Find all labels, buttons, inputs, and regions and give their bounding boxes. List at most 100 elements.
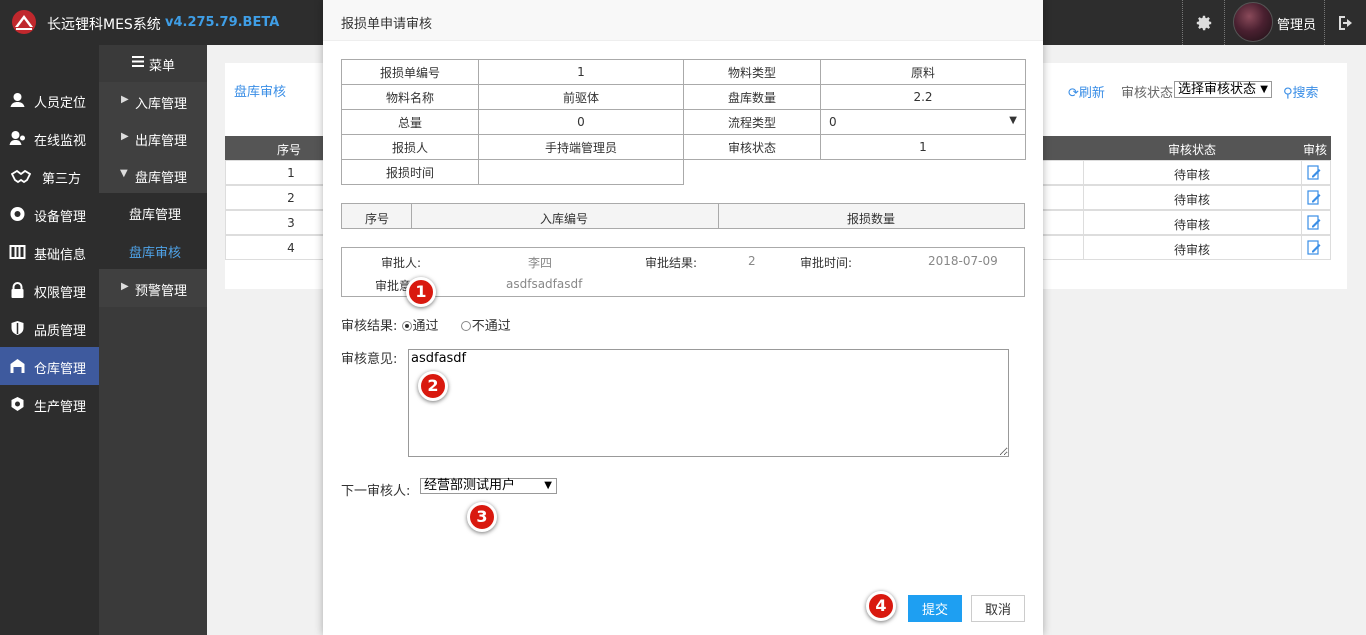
refresh-button[interactable]: ⟳刷新 [1068, 82, 1105, 101]
row-status: 待审核 [1174, 168, 1211, 182]
row-index: 4 [287, 241, 295, 255]
radio-reject[interactable]: 不通过 [460, 319, 511, 334]
nav-item-warehouse[interactable]: 仓库管理 [0, 347, 99, 385]
chevron-down-icon: ▼ [544, 480, 552, 491]
flow-type-select[interactable]: 0 ▼ [820, 109, 1026, 135]
value-total: 0 [478, 109, 684, 135]
device-icon [10, 207, 25, 221]
audit-result-label: 审核结果: [341, 319, 398, 334]
grid-icon [9, 245, 26, 259]
breadcrumb[interactable]: 盘库审核 [234, 81, 286, 100]
menu-icon [132, 56, 144, 67]
warehouse-icon [10, 359, 25, 373]
row-status: 待审核 [1174, 218, 1211, 232]
nav-item-label: 权限管理 [34, 286, 87, 301]
gear-icon [1196, 15, 1211, 30]
person-pin-icon [10, 93, 25, 107]
nav-item-person-location[interactable]: 人员定位 [0, 81, 99, 119]
submenu-item-warning[interactable]: ▶ 预警管理 [99, 269, 207, 307]
audit-opinion-input[interactable]: asdfasdf [408, 349, 1009, 457]
next-reviewer-select[interactable]: 经营部测试用户 ▼ [420, 478, 557, 494]
submenu-item-label: 入库管理 [135, 97, 188, 112]
nav-item-label: 品质管理 [34, 324, 87, 339]
label-report-time: 报损时间 [341, 159, 479, 185]
submenu-child-label: 盘库管理 [129, 208, 182, 223]
nav-item-label: 基础信息 [34, 248, 87, 263]
submenu-item-outbound[interactable]: ▶ 出库管理 [99, 119, 207, 156]
row-index: 3 [287, 216, 295, 230]
nav-item-permission[interactable]: 权限管理 [0, 271, 99, 309]
report-info-table: 报损单编号 1 物料类型 原料 物料名称 前驱体 盘库数量 2.2 总量 0 流… [341, 59, 1026, 185]
approval-result-label: 审批结果: [645, 256, 698, 270]
col-header-audit: 审核 [1303, 143, 1328, 157]
col-header-loss-qty: 报损数量 [847, 212, 896, 226]
value-inventory-qty: 2.2 [820, 84, 1026, 110]
submenu-header[interactable]: 菜单 [99, 45, 207, 81]
nav-item-label: 生产管理 [34, 400, 87, 415]
edit-icon[interactable] [1307, 190, 1321, 205]
submenu-item-label: 出库管理 [135, 134, 188, 149]
submenu-child-inventory-management[interactable]: 盘库管理 [99, 193, 207, 231]
search-button[interactable]: ⚲搜索 [1283, 82, 1319, 101]
lock-icon [11, 282, 24, 298]
approval-time-label: 审批时间: [800, 256, 853, 270]
submenu-child-inventory-audit[interactable]: 盘库审核 [99, 231, 207, 269]
radio-reject-circle[interactable] [460, 321, 471, 331]
next-reviewer-value: 经营部测试用户 [424, 478, 516, 493]
settings-button[interactable] [1182, 0, 1224, 45]
approval-time-value: 2018-07-09 [928, 254, 998, 268]
submenu-item-inbound[interactable]: ▶ 入库管理 [99, 82, 207, 119]
step-marker-3: 3 [467, 502, 497, 532]
label-inventory-qty: 盘库数量 [683, 84, 821, 110]
submenu-child-label: 盘库审核 [129, 246, 182, 261]
nav-item-online-monitor[interactable]: 在线监视 [0, 119, 99, 157]
approver-label: 审批人: [381, 256, 422, 270]
edit-icon[interactable] [1307, 215, 1321, 230]
value-audit-status: 1 [820, 134, 1026, 160]
radio-pass[interactable]: 通过 [401, 319, 439, 334]
step-marker-2: 2 [418, 371, 448, 401]
value-reporter: 手持端管理员 [478, 134, 684, 160]
nav-item-third-party[interactable]: 第三方 [0, 157, 99, 195]
chevron-down-icon: ▼ [120, 168, 128, 179]
chevron-down-icon: ▼ [1260, 84, 1268, 95]
edit-icon[interactable] [1307, 240, 1321, 255]
submit-button[interactable]: 提交 [908, 595, 962, 622]
row-status: 待审核 [1174, 243, 1211, 257]
flow-type-value: 0 [829, 115, 837, 129]
row-index: 2 [287, 191, 295, 205]
nav-item-quality[interactable]: 品质管理 [0, 309, 99, 347]
label-audit-status: 审核状态 [683, 134, 821, 160]
nav-item-label: 仓库管理 [34, 362, 87, 377]
col-header-index: 序号 [365, 212, 390, 226]
col-header-inbound-no: 入库编号 [540, 212, 589, 226]
cancel-button[interactable]: 取消 [971, 595, 1025, 622]
submenu-item-inventory[interactable]: ▼ 盘库管理 [99, 156, 207, 193]
nav-item-production[interactable]: 生产管理 [0, 385, 99, 423]
chevron-right-icon: ▶ [121, 94, 129, 105]
approval-result-value: 2 [748, 254, 756, 268]
row-index: 1 [287, 166, 295, 180]
app-version: v4.275.79.BETA [165, 15, 280, 30]
label-material-name: 物料名称 [341, 84, 479, 110]
shield-icon [11, 321, 24, 335]
label-order-no: 报损单编号 [341, 59, 479, 85]
radio-pass-circle[interactable] [401, 321, 412, 331]
submenu-header-label: 菜单 [149, 59, 176, 74]
step-marker-1: 1 [406, 277, 436, 307]
value-material-type: 原料 [820, 59, 1026, 85]
chevron-right-icon: ▶ [121, 281, 129, 292]
chevron-down-icon: ▼ [1009, 115, 1017, 126]
nav-item-device-management[interactable]: 设备管理 [0, 195, 99, 233]
col-header-index: 序号 [277, 143, 302, 157]
status-filter-select[interactable]: 选择审核状态 ▼ [1174, 81, 1272, 98]
edit-icon[interactable] [1307, 165, 1321, 180]
label-material-type: 物料类型 [683, 59, 821, 85]
nav-item-basic-info[interactable]: 基础信息 [0, 233, 99, 271]
value-report-time [478, 159, 684, 185]
radio-pass-label: 通过 [412, 319, 439, 334]
app-logo-icon [12, 10, 36, 34]
logout-button[interactable] [1325, 0, 1366, 45]
user-menu[interactable]: 管理员 [1224, 0, 1325, 45]
nav-item-label: 设备管理 [34, 210, 87, 225]
